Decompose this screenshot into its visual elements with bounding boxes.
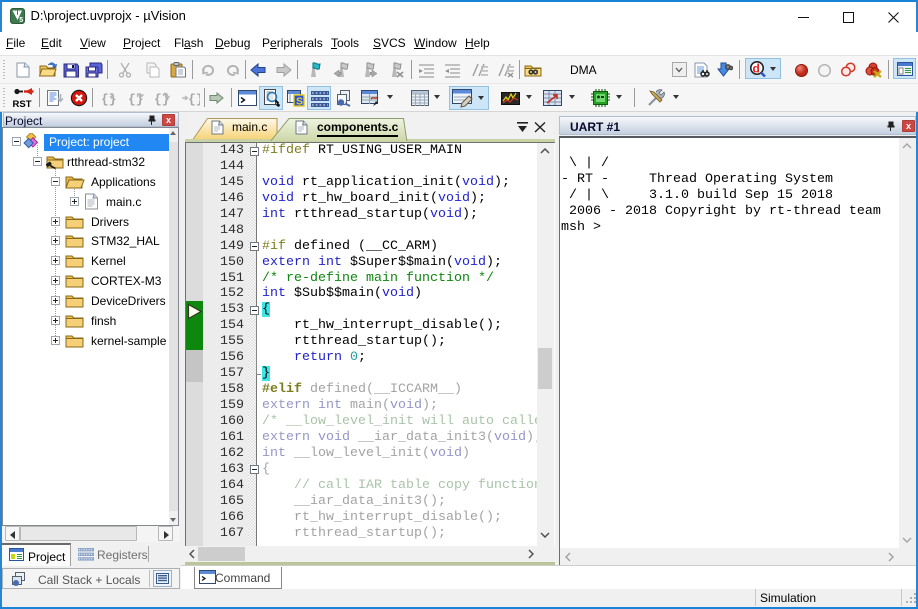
svg-text:5: 5: [19, 17, 23, 24]
svg-text:{}: {}: [101, 92, 117, 106]
svg-text:d: d: [753, 62, 760, 76]
svg-text:RST: RST: [13, 99, 32, 109]
svg-text:S: S: [296, 95, 303, 107]
svg-text:{}: {}: [188, 92, 200, 106]
